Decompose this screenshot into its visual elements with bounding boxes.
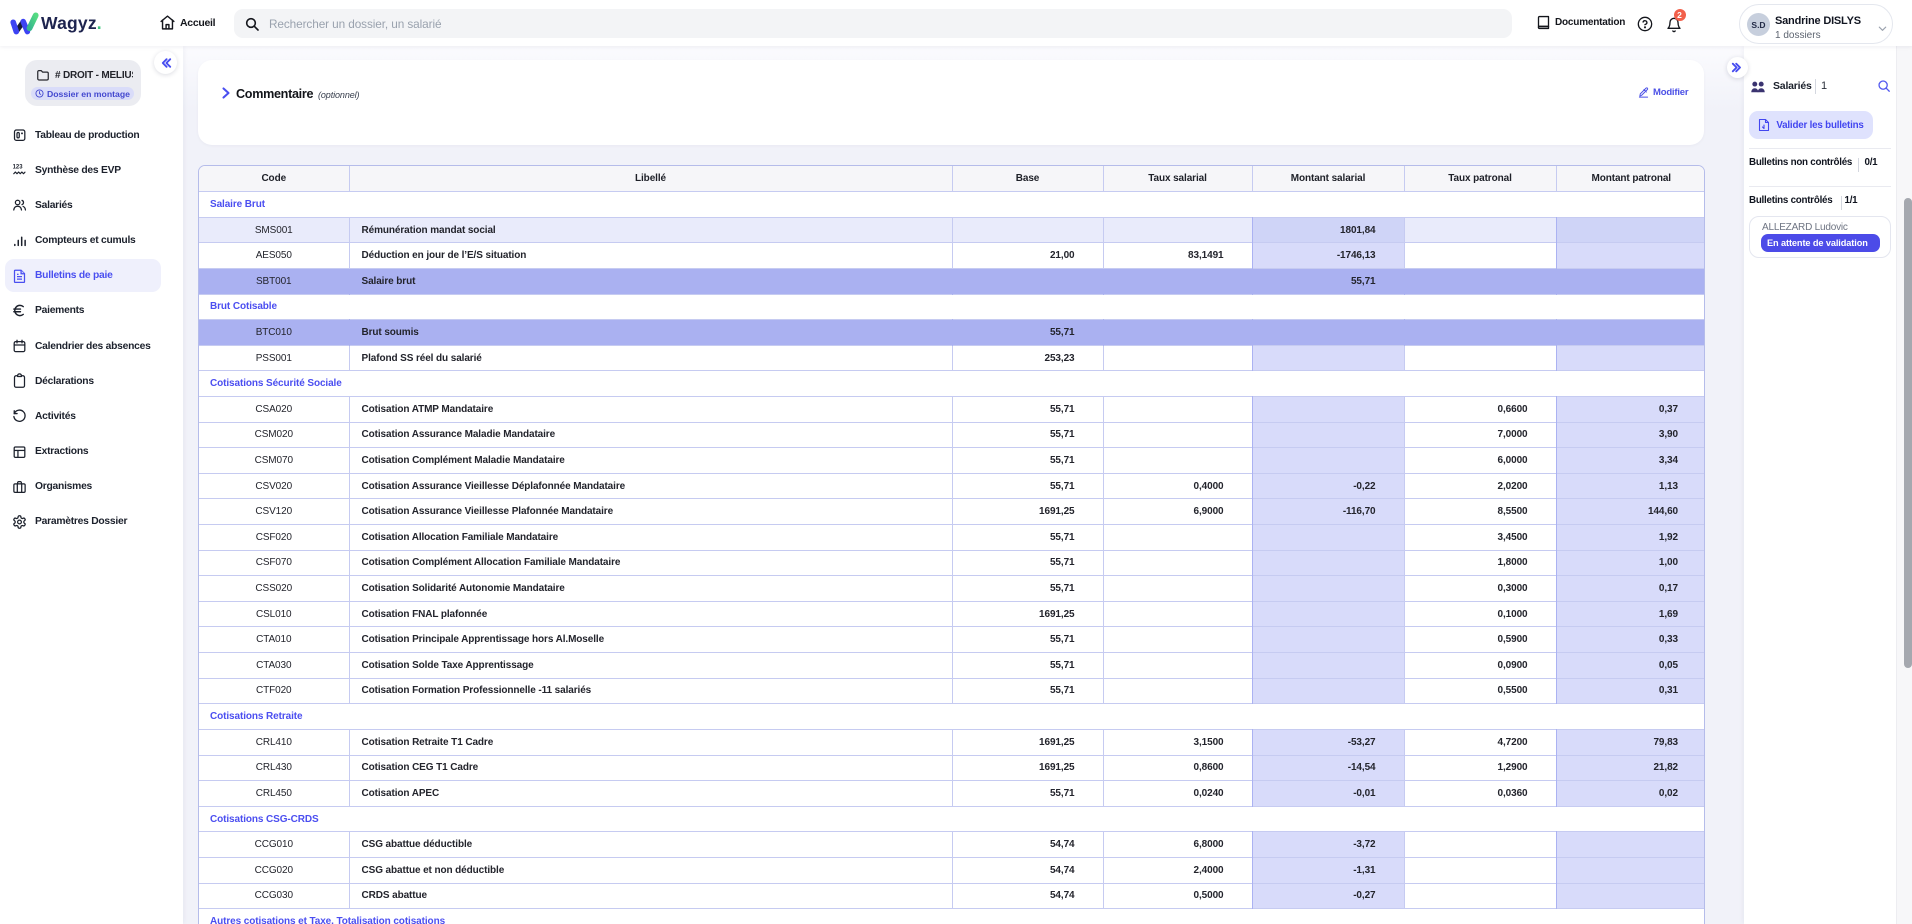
- svg-text:123: 123: [13, 165, 24, 171]
